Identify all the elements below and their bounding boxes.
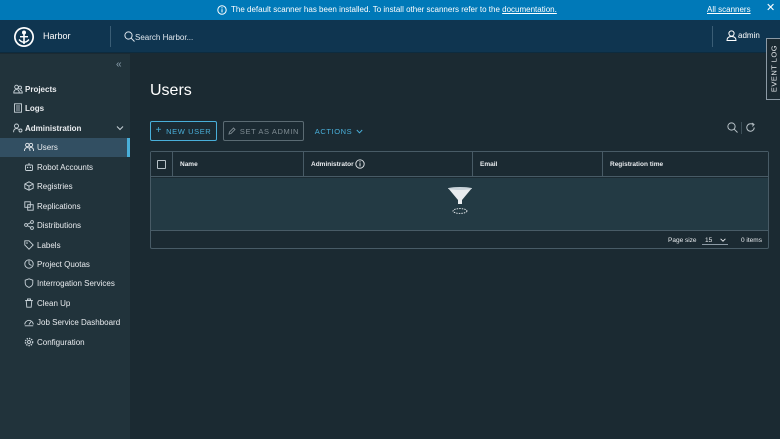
loading-spinner-icon [448,187,472,214]
sidebar-item-project-quotas[interactable]: Project Quotas [0,255,130,274]
chevron-down-icon [356,129,363,134]
labels-icon [24,240,34,250]
page-size-select[interactable]: 15 [702,234,728,245]
sidebar-item-label: Robot Accounts [37,163,94,172]
datagrid-footer: Page size 15 0 items [151,230,768,248]
column-name-label: Name [180,161,198,168]
brand-name: Harbor [43,31,71,41]
column-header-administrator[interactable]: Administrator [303,152,472,177]
quotas-icon [24,259,34,269]
event-log-label: EVENT LOG [769,44,779,93]
dashboard-icon [24,319,34,327]
alert-banner: The default scanner has been installed. … [0,0,780,20]
page-size-value: 15 [705,237,713,244]
all-scanners-link[interactable]: All scanners [707,5,751,14]
sidebar-item-label: Labels [37,241,61,250]
header-divider [110,26,111,47]
projects-icon [13,84,23,94]
page-size-label: Page size [668,237,697,244]
sidebar-item-projects[interactable]: Projects [0,80,130,99]
datagrid-body [151,178,768,230]
column-header-email[interactable]: Email [472,152,602,177]
sidebar-item-label: Users [37,143,58,152]
registries-icon [24,181,34,191]
set-as-admin-button[interactable]: Set as Admin [223,121,304,141]
chevron-down-icon [116,126,124,131]
top-header: Harbor admin [0,20,780,53]
event-log-tab[interactable]: EVENT LOG [766,38,780,100]
users-datagrid: Name Administrator Email Registration ti… [150,151,769,249]
sidebar-item-label: Configuration [37,338,85,347]
sidebar-item-users[interactable]: Users [0,138,130,157]
sidebar-item-robot-accounts[interactable]: Robot Accounts [0,158,130,177]
sidebar-item-job-service-dashboard[interactable]: Job Service Dashboard [0,313,130,332]
sidebar-item-interrogation-services[interactable]: Interrogation Services [0,274,130,293]
harbor-logo-icon[interactable] [13,26,35,48]
sidebar-item-label: Job Service Dashboard [37,318,121,327]
sidebar-item-label: Distributions [37,221,82,230]
sidebar-item-label: Registries [37,182,73,191]
sidebar-item-label: Administration [25,124,82,133]
new-user-button[interactable]: + New User [150,121,217,141]
item-count: 0 items [741,237,762,244]
close-icon[interactable]: ✕ [766,3,775,14]
column-registration-time-label: Registration time [610,161,664,168]
banner-message: The default scanner has been installed. … [231,5,557,14]
page-title: Users [150,82,192,99]
set-as-admin-label: Set as Admin [239,126,300,136]
sidebar-item-label: Replications [37,202,81,211]
global-search-input[interactable] [135,30,335,44]
actions-label: Actions [314,126,353,136]
sidebar-item-distributions[interactable]: Distributions [0,216,130,235]
collapse-sidebar-icon[interactable]: « [116,59,122,70]
shield-icon [24,278,34,288]
sidebar-item-labels[interactable]: Labels [0,236,130,255]
trash-icon [25,298,33,308]
toolbar-divider [741,122,742,134]
user-menu[interactable]: admin [738,31,760,40]
column-header-name[interactable]: Name [172,152,303,177]
select-all-checkbox[interactable] [157,160,166,169]
column-email-label: Email [480,161,498,168]
logs-icon [14,103,22,113]
select-all-column [151,152,172,177]
header-divider [712,26,713,47]
user-icon[interactable] [726,30,737,41]
column-header-registration-time[interactable]: Registration time [602,152,768,177]
distributions-icon [24,220,34,230]
sidebar-item-configuration[interactable]: Configuration [0,333,130,352]
robot-icon [25,163,33,171]
sidebar-item-label: Projects [25,85,57,94]
sidebar-item-logs[interactable]: Logs [0,99,130,118]
plus-icon: + [155,125,163,136]
datagrid-header: Name Administrator Email Registration ti… [151,152,768,177]
edit-icon [228,127,236,135]
search-icon [124,31,135,42]
new-user-label: New User [166,126,212,136]
sidebar-item-label: Interrogation Services [37,279,115,288]
replications-icon [24,201,34,211]
gear-icon [24,337,34,347]
sidebar: « Projects Logs Administration Users Rob… [0,54,130,439]
refresh-icon[interactable] [745,122,756,133]
sidebar-item-replications[interactable]: Replications [0,197,130,216]
sidebar-item-registries[interactable]: Registries [0,177,130,196]
administration-icon [13,123,23,133]
actions-dropdown[interactable]: Actions [314,121,364,141]
users-icon [24,142,34,152]
chevron-down-icon [720,238,726,242]
info-icon[interactable] [355,159,365,169]
sidebar-item-label: Clean Up [37,299,71,308]
info-icon [217,5,227,15]
column-administrator-label: Administrator [311,161,354,168]
sidebar-item-clean-up[interactable]: Clean Up [0,294,130,313]
documentation-link[interactable]: documentation. [502,5,557,14]
sidebar-item-administration[interactable]: Administration [0,119,130,138]
sidebar-item-label: Project Quotas [37,260,90,269]
sidebar-item-label: Logs [25,104,45,113]
filter-search-icon[interactable] [727,122,738,133]
